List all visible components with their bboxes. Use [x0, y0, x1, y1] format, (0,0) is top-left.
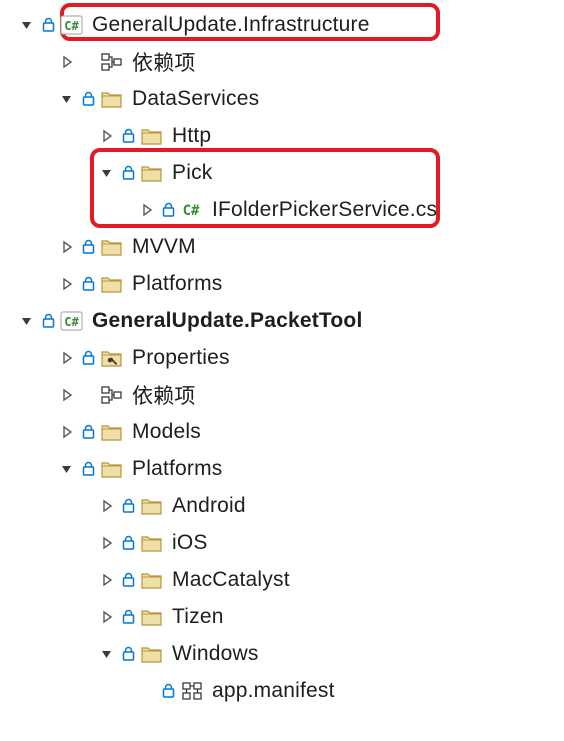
folder-icon — [100, 88, 124, 110]
lock-icon — [80, 349, 96, 367]
folder-icon — [140, 162, 164, 184]
file-ifolderpickerservice[interactable]: IFolderPickerService.cs — [0, 191, 564, 228]
folder-mvvm[interactable]: MVVM — [0, 228, 564, 265]
node-label: Platforms — [132, 272, 223, 296]
chevron-right-icon[interactable] — [58, 423, 76, 441]
manifest-icon — [180, 680, 204, 702]
node-label: Properties — [132, 346, 230, 370]
lock-icon — [160, 201, 176, 219]
solution-tree: GeneralUpdate.Infrastructure 依赖项 DataSer… — [0, 0, 564, 709]
chevron-down-icon[interactable] — [58, 460, 76, 478]
folder-http[interactable]: Http — [0, 117, 564, 154]
folder-maccatalyst[interactable]: MacCatalyst — [0, 561, 564, 598]
node-label: app.manifest — [212, 679, 335, 703]
lock-icon — [120, 571, 136, 589]
chevron-down-icon[interactable] — [98, 645, 116, 663]
lock-icon — [80, 275, 96, 293]
file-app-manifest[interactable]: app.manifest — [0, 672, 564, 709]
lock-icon — [120, 164, 136, 182]
lock-icon — [80, 238, 96, 256]
lock-icon — [80, 90, 96, 108]
folder-icon — [140, 606, 164, 628]
dependencies-icon — [100, 51, 124, 73]
lock-icon — [120, 127, 136, 145]
project-infrastructure[interactable]: GeneralUpdate.Infrastructure — [0, 6, 564, 43]
folder-icon — [100, 273, 124, 295]
chevron-right-icon[interactable] — [58, 275, 76, 293]
node-label: iOS — [172, 531, 208, 555]
folder-wrench-icon — [100, 347, 124, 369]
lock-icon — [80, 423, 96, 441]
chevron-right-icon[interactable] — [98, 127, 116, 145]
folder-properties[interactable]: Properties — [0, 339, 564, 376]
folder-icon — [100, 458, 124, 480]
node-label: 依赖项 — [132, 47, 196, 77]
chevron-down-icon[interactable] — [58, 90, 76, 108]
chevron-down-icon[interactable] — [18, 312, 36, 330]
node-label: Windows — [172, 642, 259, 666]
folder-icon — [140, 532, 164, 554]
node-label: Http — [172, 124, 211, 148]
node-label: MacCatalyst — [172, 568, 290, 592]
lock-icon — [80, 460, 96, 478]
folder-icon — [100, 421, 124, 443]
chevron-right-icon[interactable] — [98, 534, 116, 552]
project-packettool[interactable]: GeneralUpdate.PacketTool — [0, 302, 564, 339]
chevron-right-icon[interactable] — [138, 201, 156, 219]
lock-icon — [40, 312, 56, 330]
folder-platforms-2[interactable]: Platforms — [0, 450, 564, 487]
lock-icon — [120, 608, 136, 626]
folder-android[interactable]: Android — [0, 487, 564, 524]
folder-tizen[interactable]: Tizen — [0, 598, 564, 635]
project-label: GeneralUpdate.PacketTool — [92, 309, 363, 333]
lock-icon — [120, 534, 136, 552]
chevron-down-icon[interactable] — [18, 16, 36, 34]
csharp-file-icon — [180, 199, 204, 221]
chevron-right-icon[interactable] — [58, 53, 76, 71]
folder-icon — [140, 495, 164, 517]
chevron-right-icon[interactable] — [58, 238, 76, 256]
folder-platforms-1[interactable]: Platforms — [0, 265, 564, 302]
lock-icon — [160, 682, 176, 700]
chevron-down-icon[interactable] — [98, 164, 116, 182]
node-label: 依赖项 — [132, 380, 196, 410]
csharp-project-icon — [60, 310, 84, 332]
node-label: Tizen — [172, 605, 224, 629]
csharp-project-icon — [60, 14, 84, 36]
node-label: MVVM — [132, 235, 196, 259]
lock-icon — [120, 497, 136, 515]
folder-windows[interactable]: Windows — [0, 635, 564, 672]
folder-icon — [100, 236, 124, 258]
node-dependencies-2[interactable]: 依赖项 — [0, 376, 564, 413]
project-label: GeneralUpdate.Infrastructure — [92, 13, 370, 37]
folder-icon — [140, 125, 164, 147]
folder-models[interactable]: Models — [0, 413, 564, 450]
node-label: Models — [132, 420, 201, 444]
chevron-right-icon[interactable] — [58, 386, 76, 404]
folder-ios[interactable]: iOS — [0, 524, 564, 561]
chevron-right-icon[interactable] — [58, 349, 76, 367]
node-label: DataServices — [132, 87, 259, 111]
folder-pick[interactable]: Pick — [0, 154, 564, 191]
chevron-right-icon[interactable] — [98, 497, 116, 515]
lock-icon — [40, 16, 56, 34]
folder-dataservices[interactable]: DataServices — [0, 80, 564, 117]
folder-icon — [140, 643, 164, 665]
node-label: Android — [172, 494, 246, 518]
chevron-right-icon[interactable] — [98, 608, 116, 626]
dependencies-icon — [100, 384, 124, 406]
node-label: IFolderPickerService.cs — [212, 198, 437, 222]
node-dependencies[interactable]: 依赖项 — [0, 43, 564, 80]
folder-icon — [140, 569, 164, 591]
chevron-right-icon[interactable] — [98, 571, 116, 589]
lock-icon — [120, 645, 136, 663]
node-label: Pick — [172, 161, 212, 185]
node-label: Platforms — [132, 457, 223, 481]
